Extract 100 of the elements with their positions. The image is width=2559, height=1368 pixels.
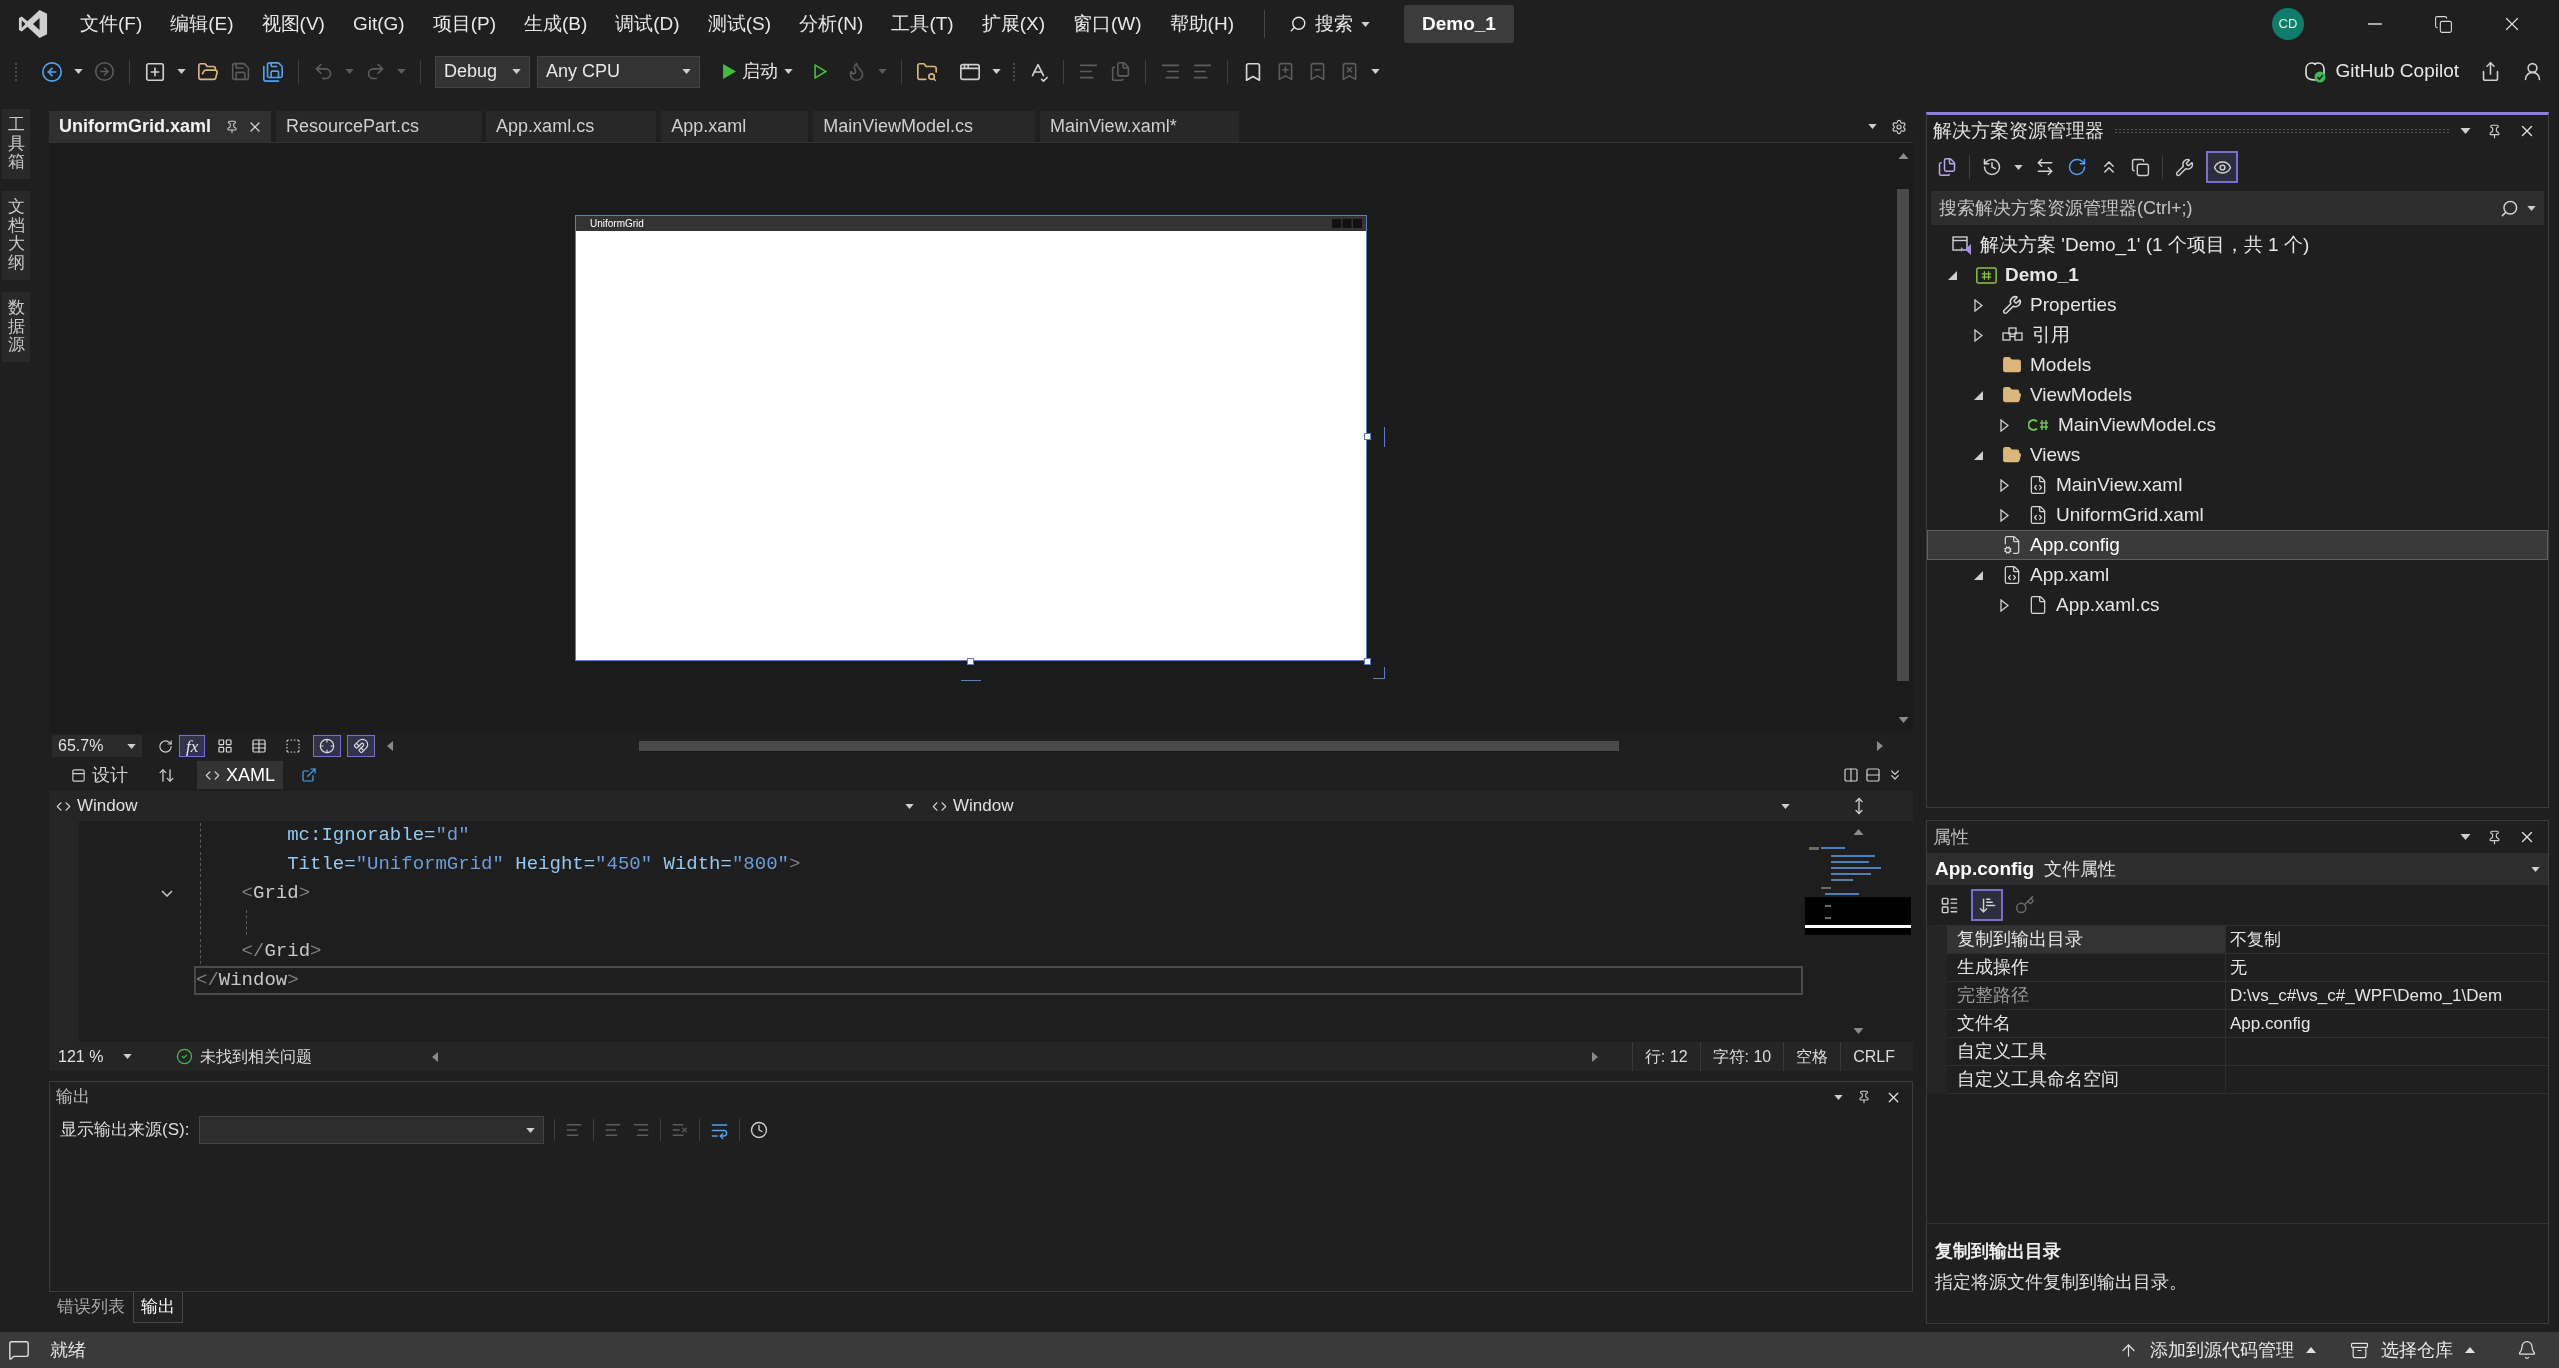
menu-item[interactable]: 扩展(X) [967, 6, 1059, 42]
collapsed-arrow-icon[interactable] [1999, 418, 2009, 432]
list-x-icon[interactable] [671, 1121, 690, 1139]
tree-item[interactable]: MainViewModel.cs [1927, 410, 2548, 440]
caret-icon[interactable] [992, 69, 1001, 74]
plus-square-icon[interactable] [144, 60, 166, 83]
property-name[interactable]: 复制到输出目录 [1947, 926, 2225, 953]
caret-icon[interactable] [905, 803, 914, 809]
whitespace-mode[interactable]: 空格 [1783, 1042, 1841, 1071]
caret-icon[interactable] [2014, 164, 2023, 170]
forward-icon[interactable] [94, 61, 115, 82]
search-icon[interactable] [2500, 198, 2519, 218]
scroll-left-icon[interactable] [432, 1051, 438, 1062]
document-tab[interactable]: App.xaml [661, 111, 809, 142]
redo-icon[interactable] [365, 61, 386, 82]
platform-dropdown[interactable]: Any CPU [537, 55, 700, 88]
tree-item[interactable]: App.xaml.cs [1927, 590, 2548, 620]
tree-item[interactable]: UniformGrid.xaml [1927, 500, 2548, 530]
collapsed-arrow-icon[interactable] [1999, 478, 2009, 492]
toggle-button[interactable] [347, 735, 376, 757]
undo-icon[interactable] [313, 61, 334, 82]
preview-toggle-button[interactable] [2206, 151, 2238, 183]
copy-icon[interactable] [2131, 157, 2150, 177]
scroll-right-icon[interactable] [1591, 1051, 1598, 1062]
caret-icon[interactable] [784, 69, 793, 74]
person-icon[interactable] [2522, 61, 2543, 82]
toolbar-grip-icon[interactable] [14, 61, 18, 82]
fold-caret-icon[interactable] [161, 890, 173, 897]
menu-item[interactable]: 编辑(E) [156, 6, 248, 42]
document-tab[interactable]: ResourcePart.cs [276, 111, 482, 142]
search-button[interactable]: 搜索 [1281, 6, 1378, 42]
scroll-down-icon[interactable] [1897, 717, 1909, 723]
files-icon[interactable] [1937, 157, 1957, 177]
swap-arrows-icon[interactable] [2035, 157, 2055, 177]
document-tab[interactable]: MainViewModel.cs [813, 111, 1035, 142]
speech-bubble-icon[interactable] [8, 1339, 30, 1361]
pages-icon[interactable] [1110, 61, 1131, 82]
resize-handle-icon[interactable] [967, 658, 974, 665]
property-value[interactable]: 不复制 [2230, 926, 2281, 953]
copilot-button[interactable]: GitHub Copilot [2303, 57, 2459, 86]
column-number[interactable]: 字符: 10 [1699, 1042, 1784, 1071]
menu-item[interactable]: 分析(N) [785, 6, 878, 42]
notification-icon[interactable] [2517, 1340, 2537, 1360]
caret-icon[interactable] [526, 1127, 536, 1133]
save-icon[interactable] [230, 61, 251, 82]
collapsed-arrow-icon[interactable] [1973, 328, 1983, 342]
caret-icon[interactable] [74, 69, 83, 74]
caret-icon[interactable] [2527, 205, 2536, 211]
play-outline-icon[interactable] [814, 64, 827, 79]
caret-icon[interactable] [512, 69, 521, 74]
element-dropdown[interactable]: Window [52, 793, 918, 819]
caret-icon[interactable] [1781, 803, 1790, 809]
split-vertical-icon[interactable] [1843, 767, 1859, 783]
search-icon[interactable] [1289, 15, 1307, 33]
line-number[interactable]: 行: 12 [1631, 1042, 1700, 1071]
panel-icon[interactable] [71, 767, 86, 783]
side-tab[interactable]: 工具箱 [2, 109, 30, 180]
pin-icon[interactable] [1857, 1090, 1871, 1104]
configuration-dropdown[interactable]: Debug [435, 55, 530, 88]
document-tab[interactable]: MainView.xaml* [1039, 111, 1239, 142]
share-icon[interactable] [2480, 61, 2501, 82]
collapsed-arrow-icon[interactable] [1999, 598, 2009, 612]
overflow-caret-icon[interactable] [1371, 69, 1380, 74]
user-avatar[interactable]: CD [2272, 8, 2304, 40]
caret-icon[interactable] [127, 743, 136, 749]
tree-item[interactable]: 引用 [1927, 320, 2548, 350]
window-preview[interactable]: UniformGrid [575, 215, 1367, 661]
menu-item[interactable]: 视图(V) [247, 6, 339, 42]
popout-icon[interactable] [301, 767, 318, 783]
menu-item[interactable]: 窗口(W) [1059, 6, 1156, 42]
pin-icon[interactable] [225, 119, 240, 134]
view-tab[interactable]: 设计 [63, 761, 136, 789]
side-tab[interactable]: 文档大纲 [2, 191, 30, 280]
caret-icon[interactable] [682, 69, 691, 74]
side-tab[interactable]: 数据源 [2, 291, 30, 362]
tab-list-caret-icon[interactable] [1868, 124, 1877, 129]
issues-status[interactable]: 未找到相关问题 [200, 1044, 312, 1069]
panel-tab[interactable]: 错误列表 [49, 1292, 133, 1323]
resize-handle-icon[interactable] [1364, 658, 1371, 665]
repository-button[interactable]: 选择仓库 [2350, 1335, 2475, 1365]
app-logo-icon[interactable] [18, 9, 48, 39]
menu-item[interactable]: Git(G) [338, 6, 419, 42]
tree-item[interactable]: Models [1927, 350, 2548, 380]
line-ending[interactable]: CRLF [1840, 1042, 1907, 1071]
element-dropdown[interactable]: Window [928, 793, 1794, 819]
caret-icon[interactable] [1361, 21, 1370, 27]
up-down-arrows-icon[interactable] [158, 766, 175, 784]
tree-item[interactable]: 解决方案 'Demo_1' (1 个项目，共 1 个) [1927, 230, 2548, 260]
scroll-up-icon[interactable] [1852, 829, 1864, 835]
tree-item[interactable]: Properties [1927, 290, 2548, 320]
view-tab[interactable]: XAML [197, 761, 284, 789]
caret-icon[interactable] [2531, 866, 2540, 872]
panel-menu-caret-icon[interactable] [2460, 834, 2471, 840]
object-selector[interactable]: App.config 文件属性 [1927, 853, 2548, 885]
scrollbar-thumb[interactable] [638, 741, 1620, 751]
back-icon[interactable] [41, 60, 63, 83]
open-folder-icon[interactable] [197, 60, 219, 83]
tree-item[interactable]: MainView.xaml [1927, 470, 2548, 500]
scroll-up-icon[interactable] [1897, 153, 1909, 159]
property-value[interactable]: D:\vs_c#\vs_c#_WPF\Demo_1\Dem [2230, 982, 2503, 1009]
